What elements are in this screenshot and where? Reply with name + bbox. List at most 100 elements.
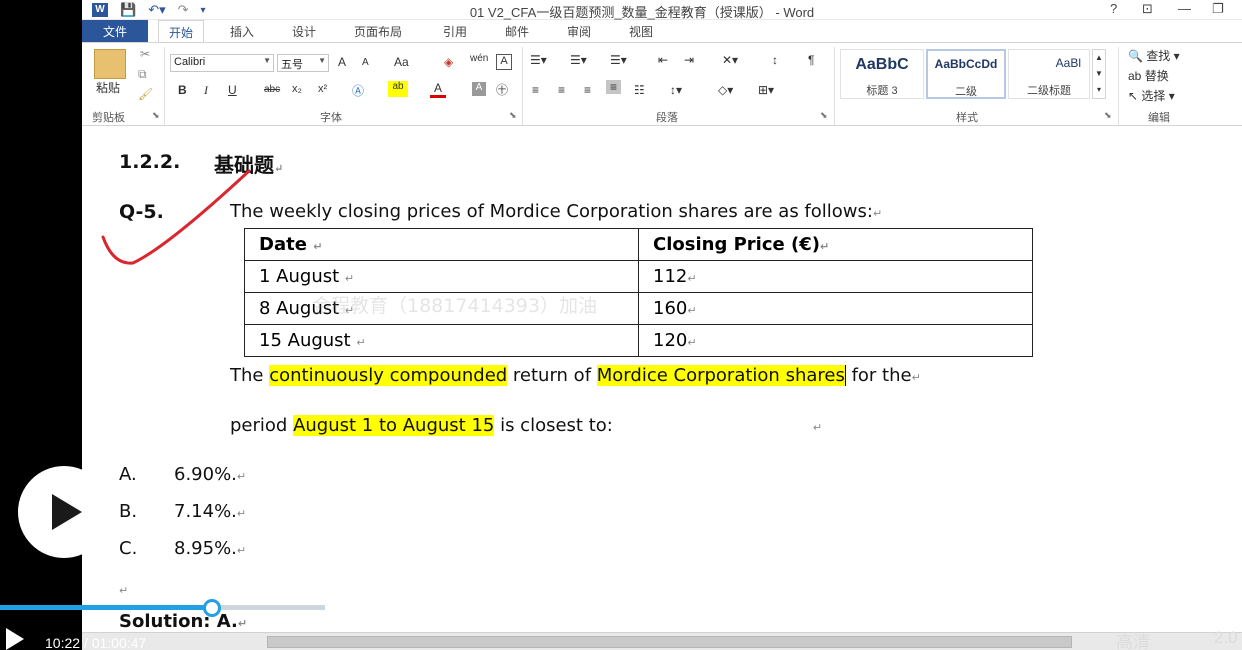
sort-icon[interactable]: ↕ (772, 53, 778, 67)
progress-handle[interactable] (203, 599, 221, 617)
underline-button[interactable]: U (228, 83, 237, 97)
font-name-combo[interactable]: Calibri ▼ (170, 54, 274, 72)
replace-button[interactable]: ab 替换 (1128, 67, 1169, 84)
scroll-thumb[interactable] (267, 636, 1072, 648)
find-button[interactable]: 🔍 查找 ▾ (1128, 47, 1180, 64)
font-size-combo[interactable]: 五号 ▼ (277, 54, 329, 72)
tab-view[interactable]: 视图 (629, 23, 653, 40)
decrease-indent-icon[interactable]: ⇤ (658, 53, 668, 67)
progress-fill (0, 605, 212, 610)
tab-page-layout[interactable]: 页面布局 (354, 23, 402, 40)
table-header-cell: Closing Price (€)↵ (638, 228, 1033, 261)
ribbon-display-options-button[interactable]: ⊡ (1142, 1, 1153, 17)
align-right-icon[interactable]: ≡ (584, 83, 591, 97)
multilevel-list-icon[interactable]: ☰▾ (610, 53, 627, 67)
paragraph-launcher-icon[interactable]: ⬊ (820, 110, 828, 121)
replace-label: 替换 (1144, 69, 1169, 83)
quality-button[interactable]: 高清 (1116, 628, 1150, 650)
question-text-label: The weekly closing prices of Mordice Cor… (230, 201, 873, 222)
strikethrough-button[interactable]: abc (264, 84, 280, 95)
font-launcher-icon[interactable]: ⬊ (509, 110, 517, 121)
watermark: 金程教育（18817414393）加油 (312, 295, 597, 317)
document-page[interactable]: 1.2.2. 基础题↵ Q-5. The weekly closing pric… (82, 127, 1242, 632)
find-label: 查找 (1146, 49, 1171, 63)
tab-file[interactable]: 文件 (82, 20, 148, 42)
increase-indent-icon[interactable]: ⇥ (684, 53, 694, 67)
shrink-font-button[interactable]: A (362, 57, 369, 68)
tab-references[interactable]: 引用 (443, 23, 467, 40)
play-button[interactable] (18, 466, 110, 558)
table-header-row: Date ↵ Closing Price (€)↵ (244, 228, 1033, 261)
highlight-color-icon[interactable]: ab (388, 81, 408, 97)
find-icon: 🔍 (1128, 49, 1143, 63)
table-row: 15 August ↵ 120↵ (244, 324, 1033, 357)
speed-button[interactable]: 2.0 (1214, 628, 1238, 648)
char-shading-icon[interactable]: A (472, 82, 486, 96)
font-size-value: 五号 (281, 59, 303, 71)
paste-button[interactable]: 粘贴 (96, 79, 120, 96)
format-painter-icon[interactable]: 🖌 (138, 87, 153, 101)
styles-launcher-icon[interactable]: ⬊ (1104, 110, 1112, 121)
align-center-icon[interactable]: ≡ (558, 83, 565, 97)
horizontal-scrollbar[interactable] (82, 632, 1242, 650)
show-marks-icon[interactable]: ¶ (808, 53, 814, 67)
align-left-icon[interactable]: ≡ (532, 83, 539, 97)
tab-review[interactable]: 审阅 (567, 23, 591, 40)
cut-icon[interactable]: ✂ (140, 47, 150, 61)
change-case-button[interactable]: Aa (394, 55, 409, 69)
question-text: The weekly closing prices of Mordice Cor… (230, 201, 883, 222)
ribbon-tabs: 文件 开始 插入 设计 页面布局 引用 邮件 审阅 视图 (82, 20, 1242, 42)
enclose-char-icon[interactable]: ㊉ (496, 81, 508, 98)
line-spacing-icon[interactable]: ↕▾ (670, 83, 682, 97)
clipboard-launcher-icon[interactable]: ⬊ (152, 110, 160, 121)
header-price: Closing Price (€) (653, 234, 820, 255)
tab-design[interactable]: 设计 (292, 23, 316, 40)
tab-insert[interactable]: 插入 (230, 23, 254, 40)
help-button[interactable]: ? (1110, 1, 1117, 16)
option-b-letter: B. (119, 501, 138, 522)
chinese-layout-icon[interactable]: ✕▾ (722, 53, 738, 67)
table-cell: 15 August ↵ (244, 324, 639, 357)
redo-icon[interactable]: ↷ (178, 2, 189, 18)
solution-text: Solution: A.↵ (119, 611, 248, 632)
minimize-button[interactable]: — (1178, 1, 1191, 16)
numbering-icon[interactable]: ☰▾ (570, 53, 587, 67)
replace-icon: ab (1128, 69, 1142, 83)
group-separator (164, 47, 165, 125)
subscript-button[interactable]: x₂ (292, 83, 302, 95)
style-level2[interactable]: AaBbCcDd 二级 (926, 49, 1006, 99)
grow-font-button[interactable]: A (338, 55, 346, 69)
shading-icon[interactable]: ◇▾ (718, 83, 733, 97)
play-small-icon[interactable] (6, 628, 24, 650)
text-run: for the (845, 365, 912, 386)
text-effects-icon[interactable]: Ⓐ (352, 82, 364, 99)
font-color-icon[interactable]: A (430, 81, 446, 98)
style-name: 二级 (955, 86, 977, 98)
distributed-icon[interactable]: ☷ (634, 83, 645, 97)
bullets-icon[interactable]: ☰▾ (530, 53, 547, 67)
customize-toolbar-icon[interactable]: ▾ (201, 5, 206, 16)
char-border-icon[interactable]: A (496, 54, 512, 70)
borders-icon[interactable]: ⊞▾ (758, 83, 774, 97)
italic-button[interactable]: I (204, 83, 208, 98)
superscript-button[interactable]: x² (318, 83, 327, 95)
justify-icon[interactable]: ≡ (606, 80, 622, 94)
clipboard-icon[interactable] (94, 49, 126, 79)
bold-button[interactable]: B (178, 83, 187, 97)
cell-price: 112 (653, 266, 688, 287)
undo-icon[interactable]: ↶▾ (148, 2, 165, 18)
solution-label: Solution: A. (119, 611, 238, 632)
quick-access-toolbar: W 💾 ↶▾ ↷ ▾ (92, 1, 206, 19)
phonetic-guide-button[interactable]: wén (470, 53, 488, 64)
save-icon[interactable]: 💾 (120, 2, 136, 18)
copy-icon[interactable]: ⧉ (138, 67, 147, 82)
styles-scroll-icon[interactable]: ▲ ▼ ▾ (1092, 49, 1106, 99)
restore-button[interactable]: ❐ (1212, 1, 1224, 17)
clear-format-icon[interactable]: ◈ (444, 55, 453, 69)
tab-mailings[interactable]: 邮件 (505, 23, 529, 40)
font-name-value: Calibri (174, 56, 206, 68)
tab-home[interactable]: 开始 (158, 20, 205, 42)
style-heading3[interactable]: AaBbC 标题 3 (840, 49, 924, 99)
select-button[interactable]: ↖ 选择 ▾ (1128, 87, 1175, 104)
style-level2-heading[interactable]: AaBl 二级标题 (1008, 49, 1090, 99)
